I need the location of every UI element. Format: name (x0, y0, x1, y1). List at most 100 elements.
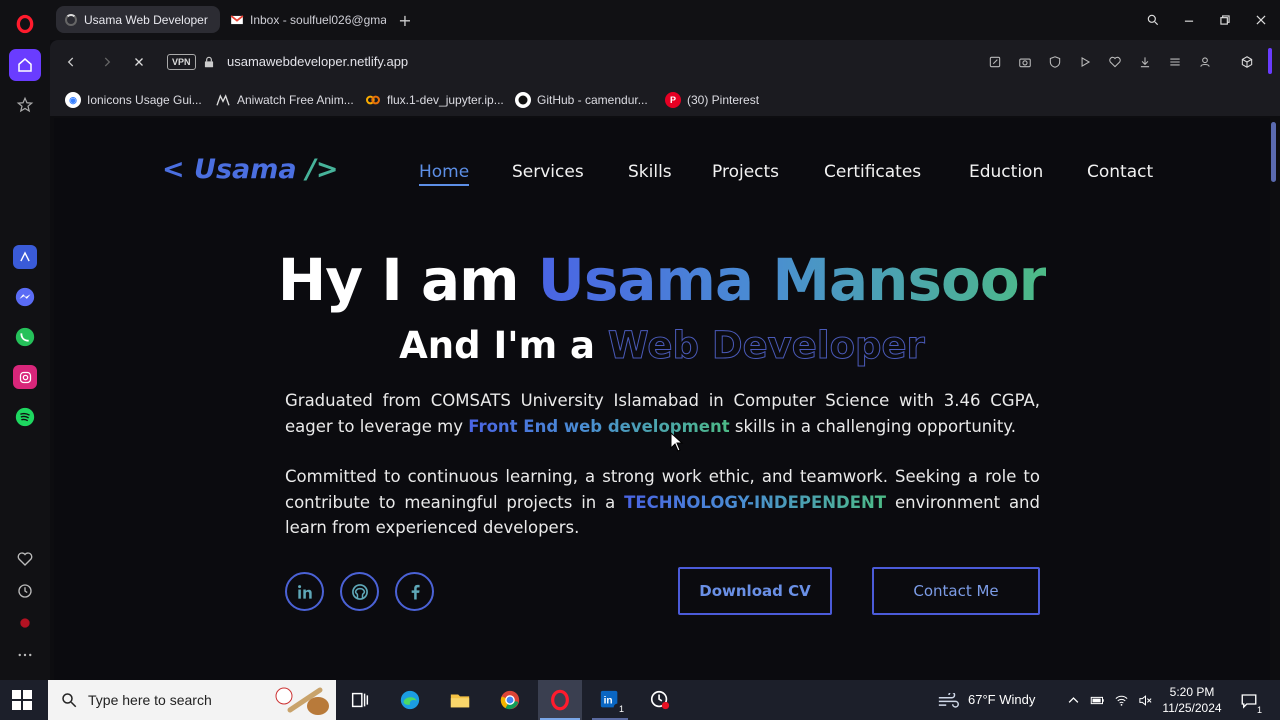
taskbar-clock[interactable]: 5:20 PM 11/25/2024 (1160, 684, 1224, 716)
back-arrow-icon[interactable] (61, 52, 81, 72)
facebook-link[interactable] (395, 572, 434, 611)
bookmark-ionicons[interactable]: ◉ Ionicons Usage Gui... (65, 92, 202, 108)
edit-icon[interactable] (985, 52, 1005, 72)
forward-arrow-icon[interactable] (97, 52, 117, 72)
download-icon[interactable] (1135, 52, 1155, 72)
notification-badge: 1 (1256, 705, 1262, 715)
opera-logo-icon[interactable] (12, 11, 38, 37)
contact-me-button[interactable]: Contact Me (872, 567, 1040, 615)
camera-snapshot-icon[interactable] (1015, 52, 1035, 72)
mouse-cursor-icon (670, 432, 684, 452)
chrome-icon[interactable] (498, 688, 522, 712)
linkedin-taskbar-icon[interactable]: in 1 (598, 688, 624, 714)
tray-chevron-up-icon[interactable] (1065, 692, 1081, 708)
more-dots-icon[interactable] (10, 640, 40, 670)
nav-services[interactable]: Services (512, 162, 584, 182)
linkedin-link[interactable] (285, 572, 324, 611)
github-icon (515, 92, 531, 108)
recorder-icon[interactable] (648, 688, 672, 712)
search-highlight-baseball-icon (275, 687, 329, 715)
vpn-badge[interactable]: VPN (167, 54, 196, 70)
bookmark-label: Ionicons Usage Gui... (87, 93, 202, 107)
role-prefix: And I'm a (399, 324, 608, 367)
adblock-shield-icon[interactable] (1045, 52, 1065, 72)
bookmark-github[interactable]: GitHub - camendur... (515, 92, 648, 108)
battery-icon[interactable] (1089, 692, 1105, 708)
restore-icon[interactable] (1213, 8, 1237, 32)
page-scrollbar[interactable] (1271, 122, 1276, 182)
svg-text:in: in (604, 696, 613, 707)
hero-prefix: Hy I am (277, 246, 538, 314)
intro-paragraph-2: Committed to continuous learning, a stro… (285, 464, 1040, 541)
nav-home[interactable]: Home (419, 162, 470, 186)
profile-icon[interactable] (1195, 52, 1215, 72)
bookmark-label: flux.1-dev_jupyter.ip... (387, 93, 504, 107)
opera-gx-badge-icon[interactable] (10, 608, 40, 638)
taskbar-search-box[interactable]: Type here to search (48, 680, 336, 720)
history-clock-icon[interactable] (10, 576, 40, 606)
nav-contact[interactable]: Contact (1087, 162, 1153, 182)
tab-inbox[interactable]: Inbox - soulfuel026@gma (222, 6, 386, 33)
hero-heading: Hy I am Usama Mansoor (54, 246, 1270, 314)
download-cv-button[interactable]: Download CV (678, 567, 832, 615)
tab-label: Usama Web Developer (84, 12, 208, 27)
speed-dial-home-icon[interactable] (9, 49, 41, 81)
nav-projects[interactable]: Projects (712, 162, 779, 182)
web-page-viewport: < Usama /> Home Services Skills Projects… (54, 118, 1270, 680)
clock-time: 5:20 PM (1169, 685, 1215, 699)
notifications-icon[interactable]: 1 (1240, 692, 1262, 715)
new-tab-plus-icon[interactable]: + (396, 11, 414, 30)
browser-window: Usama Web Developer Inbox - soulfuel026@… (0, 0, 1280, 680)
github-link[interactable] (340, 572, 379, 611)
linkedin-icon (297, 584, 312, 599)
file-explorer-icon[interactable] (448, 688, 472, 712)
spotify-icon[interactable] (13, 405, 37, 429)
search-icon (62, 693, 77, 708)
loading-spinner-icon (64, 13, 78, 27)
bookmark-pinterest[interactable]: P (30) Pinterest (665, 92, 759, 108)
nav-certificates[interactable]: Certificates (824, 162, 921, 182)
aria-ai-icon[interactable] (13, 245, 37, 269)
search-tabs-icon[interactable] (1141, 8, 1165, 32)
edge-icon[interactable] (398, 688, 422, 712)
opera-icon[interactable] (548, 688, 572, 712)
minimize-icon[interactable] (1177, 8, 1201, 32)
para1-text-b: skills in a challenging opportunity. (729, 416, 1016, 436)
bookmark-aniwatch[interactable]: Aniwatch Free Anim... (215, 92, 354, 108)
tab-usama-web-developer[interactable]: Usama Web Developer (56, 6, 220, 33)
play-icon[interactable] (1075, 52, 1095, 72)
weather-text[interactable]: 67°F Windy (968, 692, 1035, 707)
instagram-icon[interactable] (13, 365, 37, 389)
url-field[interactable]: usamawebdeveloper.netlify.app (227, 54, 408, 69)
linkedin-badge: 1 (618, 704, 624, 714)
tab-label: Inbox - soulfuel026@gma (250, 12, 386, 27)
nav-eduction[interactable]: Eduction (969, 162, 1043, 182)
tab-bar: Usama Web Developer Inbox - soulfuel026@… (50, 0, 1280, 40)
close-window-icon[interactable] (1249, 8, 1273, 32)
logo-text-slash: /> (306, 154, 339, 185)
intro-paragraph-1: Graduated from COMSATS University Islama… (285, 388, 1040, 439)
messenger-icon[interactable] (13, 285, 37, 309)
extensions-cube-icon[interactable] (1237, 52, 1257, 72)
opera-sidebar (0, 0, 50, 680)
easy-setup-sliders-icon[interactable] (1165, 52, 1185, 72)
whatsapp-icon[interactable] (13, 325, 37, 349)
volume-muted-icon[interactable] (1137, 692, 1153, 708)
bookmarks-bar: ◉ Ionicons Usage Gui... Aniwatch Free An… (50, 84, 1280, 116)
bookmark-flux-jupyter[interactable]: flux.1-dev_jupyter.ip... (365, 92, 504, 108)
windows-start-icon[interactable] (12, 690, 32, 710)
pinboards-heart-icon[interactable] (10, 544, 40, 574)
gmail-icon (230, 13, 244, 27)
bookmarks-star-icon[interactable] (10, 90, 40, 120)
stop-loading-icon[interactable] (129, 52, 149, 72)
lock-icon[interactable] (202, 54, 216, 70)
heart-icon[interactable] (1105, 52, 1125, 72)
task-view-icon[interactable] (348, 688, 372, 712)
weather-wind-icon[interactable] (936, 692, 962, 708)
sidebar-accent-indicator (1268, 48, 1272, 74)
role-typed-text: Web Developer (607, 324, 925, 368)
nav-skills[interactable]: Skills (628, 162, 672, 182)
site-logo[interactable]: < Usama /> (162, 154, 338, 185)
clock-date: 11/25/2024 (1162, 701, 1222, 715)
wifi-icon[interactable] (1113, 692, 1129, 708)
